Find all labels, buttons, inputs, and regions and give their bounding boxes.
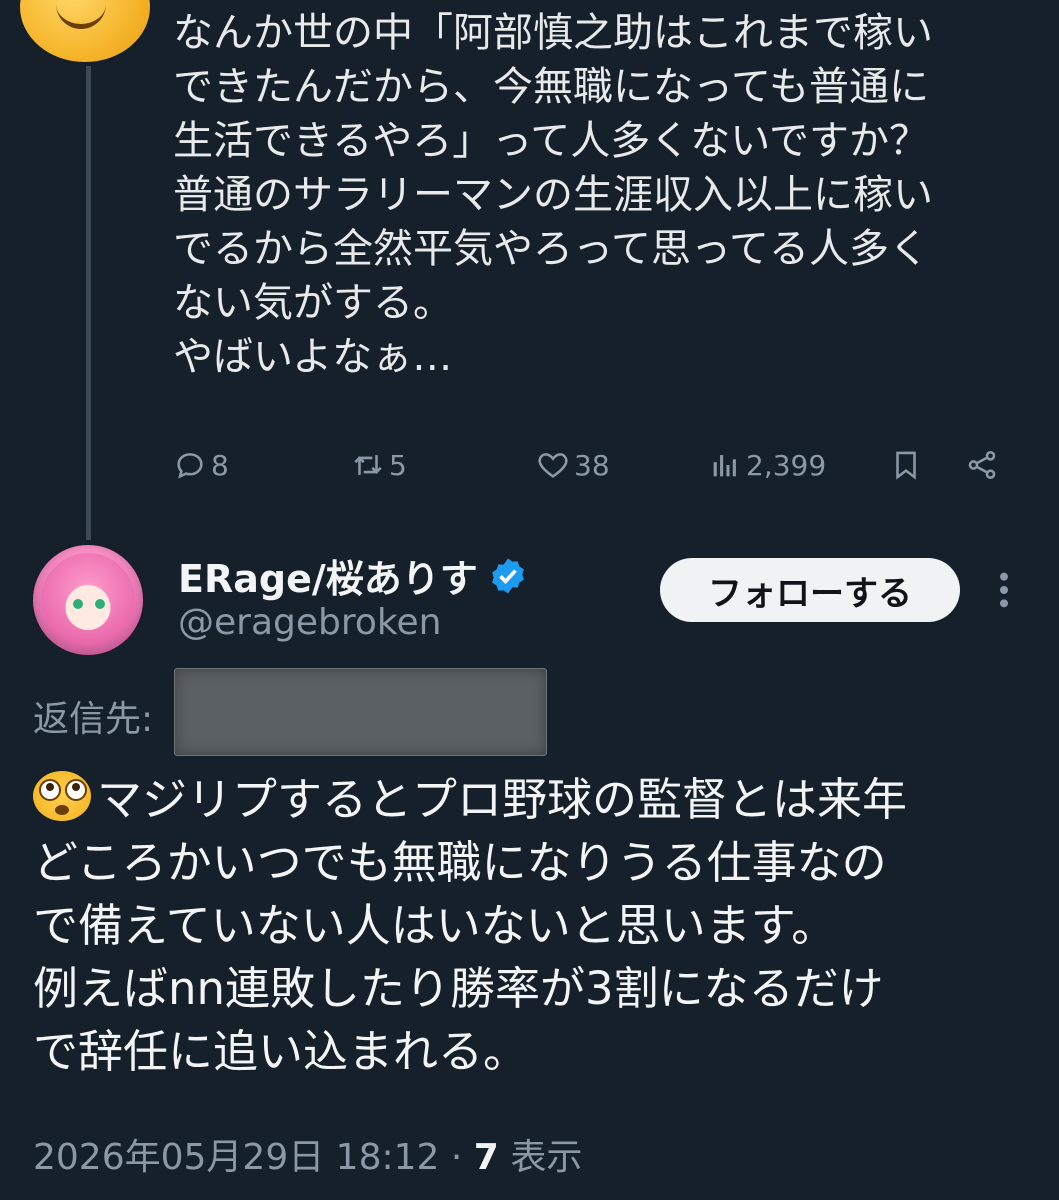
verified-badge-icon: [491, 558, 524, 593]
rolling-eyes-emoji-icon: [33, 771, 91, 821]
tweet-metadata: 2026年05月29日 18:12 · 7 表示: [33, 1128, 582, 1180]
share-button[interactable]: [965, 440, 999, 490]
redacted-username-box: [174, 668, 547, 756]
reply-tweet-text: マジリプするとプロ野球の監督とは来年 どころかいつでも無職になりうる仕事なの で…: [33, 773, 908, 1078]
avatar-eye-right: [95, 599, 105, 609]
tweet-action-bar: 8 5 38 2,399: [173, 440, 1013, 490]
view-label: 表示: [510, 1137, 583, 1178]
heart-icon: [538, 453, 568, 478]
user-avatar[interactable]: [33, 545, 143, 655]
meta-separator: ·: [450, 1137, 463, 1178]
reply-button[interactable]: 8: [173, 440, 229, 490]
bookmark-icon: [896, 451, 916, 480]
bookmark-button[interactable]: [889, 440, 923, 490]
like-count: 38: [574, 448, 610, 482]
replying-to-label: 返信先:: [33, 699, 154, 740]
first-tweet-text: なんか世の中「阿部慎之助はこれまで稼い できたんだから、今無職になっても普通に …: [173, 10, 933, 380]
reply-count: 8: [211, 448, 229, 482]
follow-button[interactable]: フォローする: [660, 558, 960, 622]
analytics-bars-icon: [713, 455, 736, 477]
reply-icon: [177, 453, 203, 479]
retweet-button[interactable]: 5: [351, 440, 407, 490]
reply-tweet-body: マジリプするとプロ野球の監督とは来年 どころかいつでも無職になりうる仕事なの で…: [33, 768, 1043, 1083]
avatar-eye-left: [73, 599, 83, 609]
like-button[interactable]: 38: [536, 440, 610, 490]
retweet-icon: [354, 455, 382, 475]
view-count-number: 7: [473, 1137, 499, 1178]
views-button[interactable]: 2,399: [708, 440, 826, 490]
display-name[interactable]: ERage/桜ありす: [178, 548, 478, 603]
avatar-smiley-emoji[interactable]: [20, 0, 150, 62]
timestamp[interactable]: 2026年05月29日 18:12: [33, 1137, 439, 1178]
avatar-illustration: [41, 553, 135, 647]
share-icon: [968, 450, 996, 480]
view-count: 2,399: [746, 448, 827, 482]
thread-connector-line: [86, 66, 91, 540]
smile-mouth: [56, 4, 106, 29]
display-name-row[interactable]: ERage/桜ありす: [178, 548, 528, 603]
user-handle[interactable]: @eragebroken: [178, 602, 441, 643]
more-options-icon[interactable]: [990, 570, 1018, 610]
retweet-count: 5: [389, 448, 407, 482]
